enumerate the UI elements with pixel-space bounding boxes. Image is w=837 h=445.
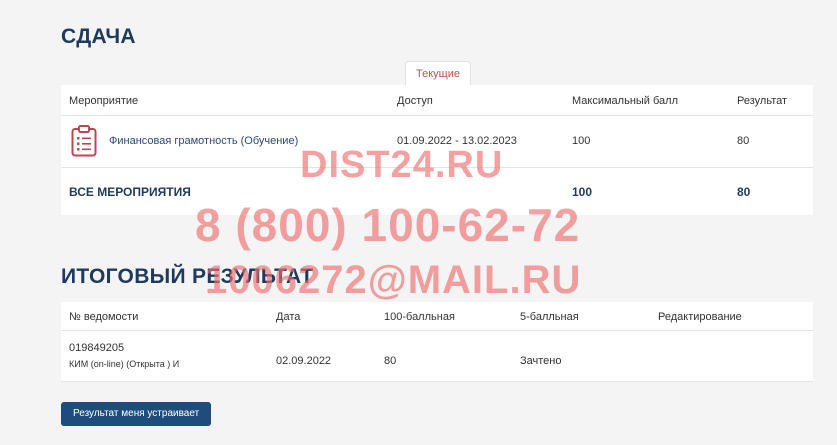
header-score5: 5-балльная bbox=[520, 311, 579, 323]
table-row: 019849205 КИМ (on-line) (Открыта ) И 02.… bbox=[61, 331, 813, 382]
accept-result-button[interactable]: Результат меня устраивает bbox=[61, 402, 212, 426]
event-result: 80 bbox=[737, 135, 750, 147]
header-event: Мероприятие bbox=[69, 95, 139, 107]
final-result-title: ИТОГОВЫЙ РЕЗУЛЬТАТ bbox=[61, 265, 314, 288]
statement-subtitle: КИМ (on-line) (Открыта ) И bbox=[69, 359, 180, 369]
results-header-row: № ведомости Дата 100-балльная 5-балльная… bbox=[61, 302, 813, 331]
result-score100: 80 bbox=[384, 355, 397, 367]
clipboard-icon bbox=[71, 125, 97, 157]
events-header-row: Мероприятие Доступ Максимальный балл Рез… bbox=[61, 85, 813, 116]
submission-title: СДАЧА bbox=[61, 25, 136, 48]
header-access: Доступ bbox=[397, 95, 433, 107]
event-link[interactable]: Финансовая грамотность (Обучение) bbox=[109, 135, 298, 147]
tab-current[interactable]: Текущие bbox=[405, 61, 471, 86]
event-max-score: 100 bbox=[572, 135, 591, 147]
header-date: Дата bbox=[276, 311, 301, 323]
result-score5: Зачтено bbox=[520, 355, 562, 367]
header-editing: Редактирование bbox=[658, 311, 742, 323]
page: СДАЧА Текущие Мероприятие Доступ Максима… bbox=[0, 0, 837, 445]
header-result: Результат bbox=[737, 95, 788, 107]
total-result: 80 bbox=[737, 185, 751, 199]
header-score100: 100-балльная bbox=[384, 311, 455, 323]
result-date: 02.09.2022 bbox=[276, 355, 332, 367]
event-access: 01.09.2022 - 13.02.2023 bbox=[397, 135, 517, 147]
header-statement-no: № ведомости bbox=[69, 311, 139, 323]
total-max-score: 100 bbox=[572, 185, 593, 199]
events-table: Мероприятие Доступ Максимальный балл Рез… bbox=[61, 85, 813, 215]
statement-number: 019849205 bbox=[69, 342, 125, 354]
header-max-score: Максимальный балл bbox=[572, 95, 678, 107]
total-label: ВСЕ МЕРОПРИЯТИЯ bbox=[69, 185, 191, 199]
table-row: Финансовая грамотность (Обучение) 01.09.… bbox=[61, 116, 813, 168]
final-results-table: № ведомости Дата 100-балльная 5-балльная… bbox=[61, 302, 813, 382]
events-total-row: ВСЕ МЕРОПРИЯТИЯ 100 80 bbox=[61, 168, 813, 215]
